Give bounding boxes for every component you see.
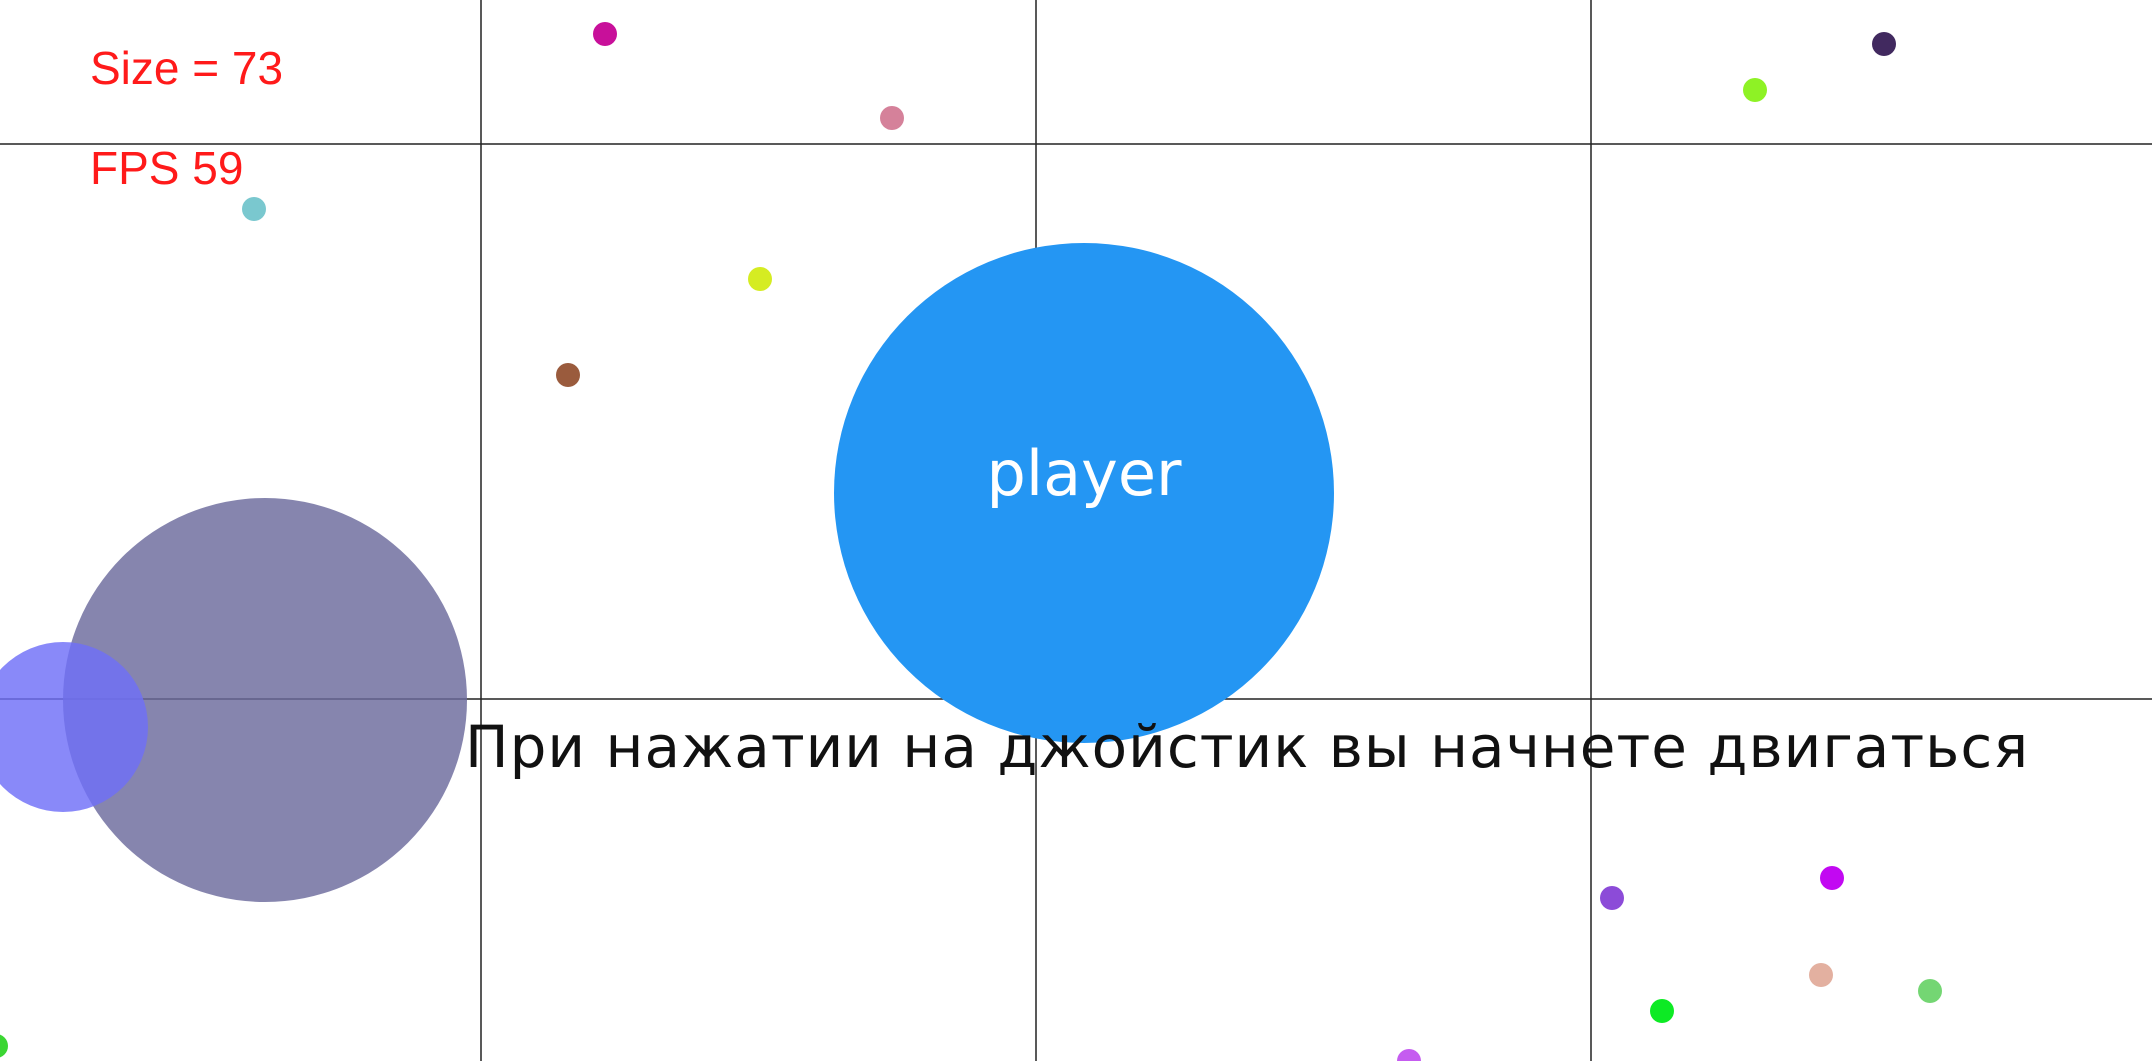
joystick-hint: При нажатии на джойстик вы начнете двига… [465, 713, 2030, 781]
food-pellet [880, 106, 904, 130]
player-label: player [987, 437, 1182, 510]
food-pellet [1820, 866, 1844, 890]
size-readout: Size = 73 [90, 42, 284, 94]
food-pellet [242, 197, 266, 221]
fps-counter: FPS 59 [90, 142, 244, 194]
playfield[interactable]: player [0, 0, 2152, 1061]
food-pellet [1918, 979, 1942, 1003]
food-pellet [1600, 886, 1624, 910]
food-pellet [1872, 32, 1896, 56]
food-pellet [556, 363, 580, 387]
enemy-blobs [0, 498, 467, 902]
player-blob: player [834, 243, 1334, 743]
food-pellet [0, 1034, 8, 1058]
food-pellet [748, 267, 772, 291]
food-pellet [593, 22, 617, 46]
food-pellet [1650, 999, 1674, 1023]
food-pellet [1809, 963, 1833, 987]
game-canvas[interactable]: player Size = 73 FPS 59 При нажатии на д… [0, 0, 2152, 1061]
food-pellet [1743, 78, 1767, 102]
food-pellet [1397, 1049, 1421, 1061]
